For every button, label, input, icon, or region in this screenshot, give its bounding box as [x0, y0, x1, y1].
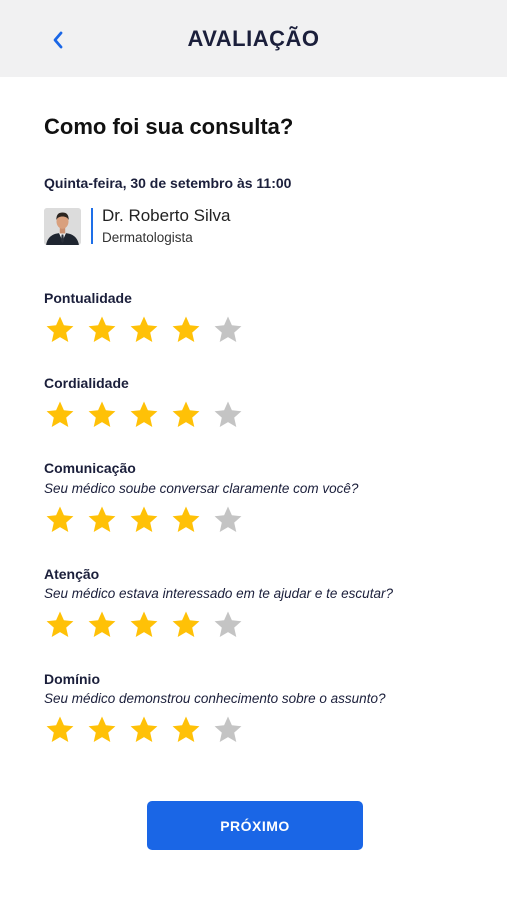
- star-filled-icon[interactable]: [128, 714, 160, 746]
- doctor-divider: [91, 208, 93, 244]
- star-empty-icon[interactable]: [212, 504, 244, 536]
- doctor-avatar: [44, 208, 81, 245]
- star-rating-pontualidade[interactable]: [44, 314, 244, 346]
- star-empty-icon[interactable]: [212, 399, 244, 431]
- rating-subtitle-dominio: Seu médico demonstrou conhecimento sobre…: [44, 691, 386, 706]
- star-filled-icon[interactable]: [170, 314, 202, 346]
- star-filled-icon[interactable]: [86, 504, 118, 536]
- rating-subtitle-atencao: Seu médico estava interessado em te ajud…: [44, 586, 393, 601]
- question-heading: Como foi sua consulta?: [44, 114, 294, 139]
- header-bar: AVALIAÇÃO: [0, 0, 507, 77]
- star-empty-icon[interactable]: [212, 609, 244, 641]
- star-filled-icon[interactable]: [86, 714, 118, 746]
- doctor-specialty: Dermatologista: [102, 230, 193, 245]
- rating-title-dominio: Domínio: [44, 671, 100, 687]
- star-filled-icon[interactable]: [86, 314, 118, 346]
- rating-title-atencao: Atenção: [44, 566, 100, 582]
- star-filled-icon[interactable]: [170, 609, 202, 641]
- star-empty-icon[interactable]: [212, 714, 244, 746]
- doctor-name: Dr. Roberto Silva: [102, 206, 231, 225]
- star-filled-icon[interactable]: [86, 399, 118, 431]
- star-filled-icon[interactable]: [170, 399, 202, 431]
- star-filled-icon[interactable]: [44, 714, 76, 746]
- star-filled-icon[interactable]: [44, 314, 76, 346]
- star-filled-icon[interactable]: [128, 504, 160, 536]
- next-button[interactable]: PRÓXIMO: [147, 801, 363, 850]
- rating-title-cordialidade: Cordialidade: [44, 375, 129, 391]
- rating-title-comunicacao: Comunicação: [44, 460, 136, 476]
- star-filled-icon[interactable]: [86, 609, 118, 641]
- star-filled-icon[interactable]: [128, 609, 160, 641]
- rating-subtitle-comunicacao: Seu médico soube conversar claramente co…: [44, 481, 359, 496]
- doctor-card: Dr. Roberto Silva Dermatologista: [44, 206, 344, 246]
- star-empty-icon[interactable]: [212, 314, 244, 346]
- rating-title-pontualidade: Pontualidade: [44, 290, 132, 306]
- star-filled-icon[interactable]: [44, 399, 76, 431]
- star-rating-cordialidade[interactable]: [44, 399, 244, 431]
- star-rating-comunicacao[interactable]: [44, 504, 244, 536]
- star-filled-icon[interactable]: [44, 609, 76, 641]
- appointment-date: Quinta-feira, 30 de setembro às 11:00: [44, 175, 292, 191]
- star-rating-atencao[interactable]: [44, 609, 244, 641]
- star-filled-icon[interactable]: [128, 399, 160, 431]
- star-filled-icon[interactable]: [170, 714, 202, 746]
- star-filled-icon[interactable]: [44, 504, 76, 536]
- page-title: AVALIAÇÃO: [187, 26, 320, 51]
- star-filled-icon[interactable]: [170, 504, 202, 536]
- star-rating-dominio[interactable]: [44, 714, 244, 746]
- star-filled-icon[interactable]: [128, 314, 160, 346]
